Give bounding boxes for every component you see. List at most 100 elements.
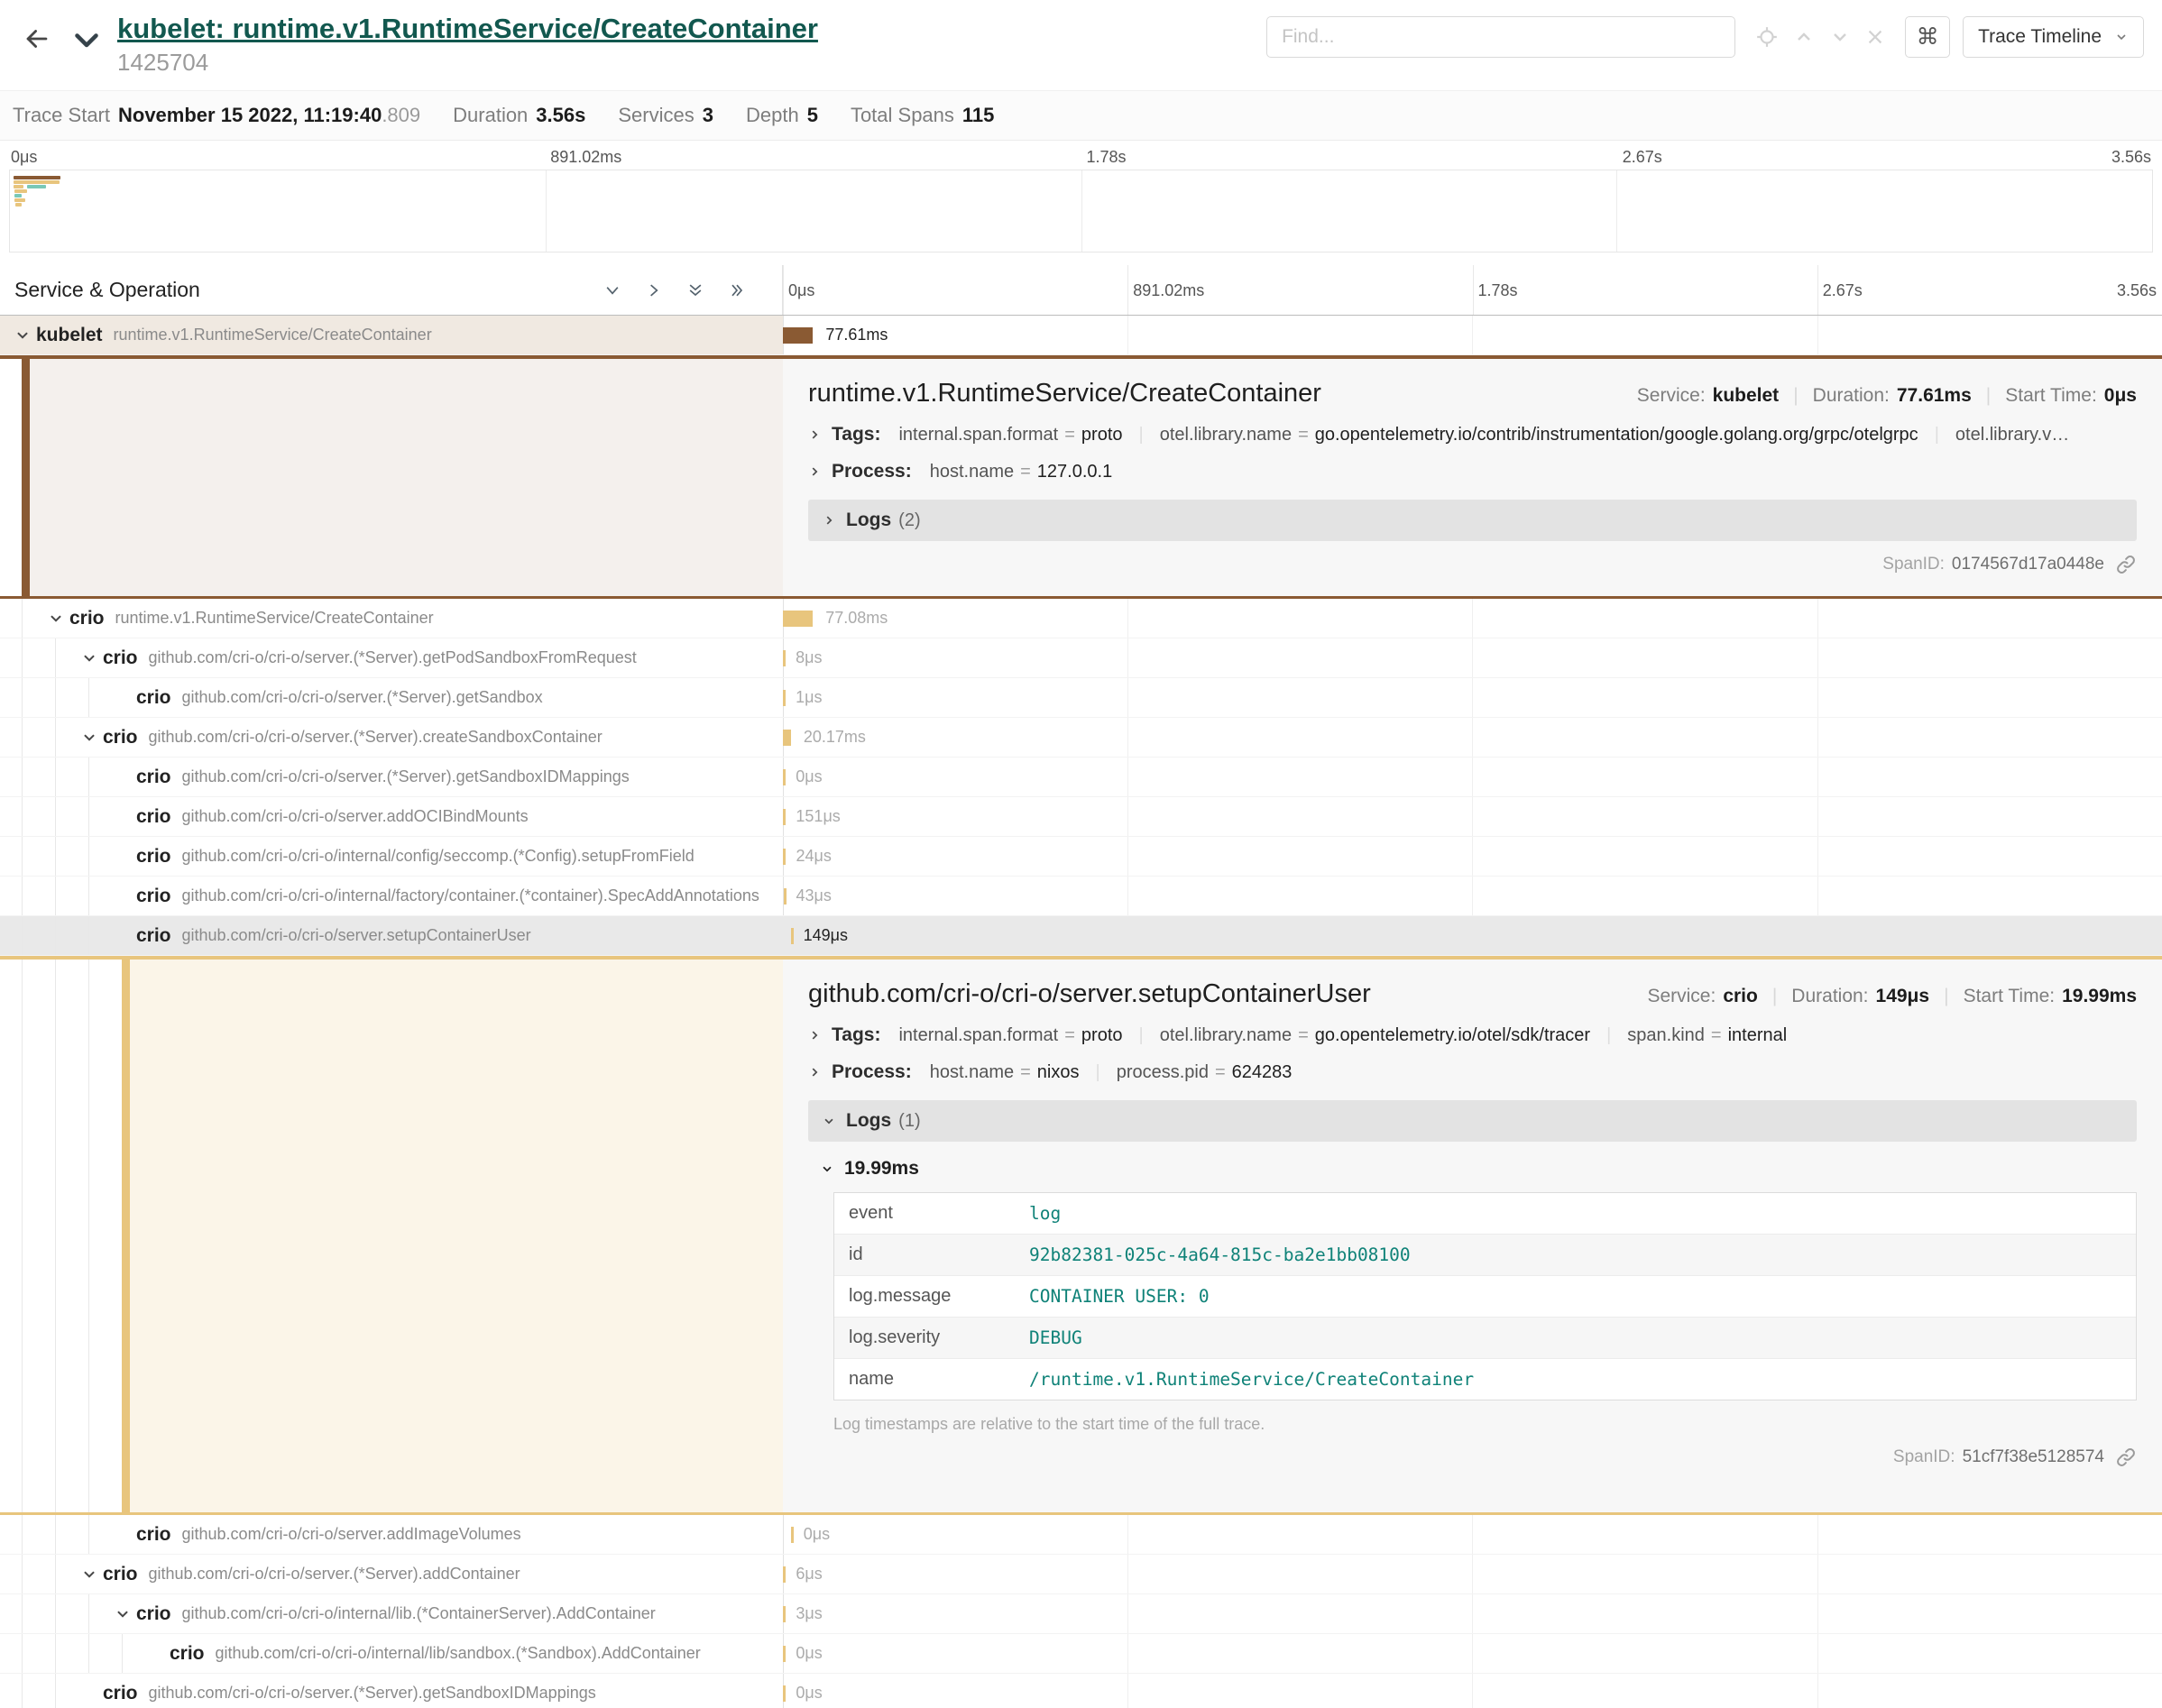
span-row[interactable]: criogithub.com/cri-o/cri-o/server.(*Serv… [0,638,2162,678]
span-name-cell[interactable]: criogithub.com/cri-o/cri-o/internal/fact… [0,877,783,915]
span-row[interactable]: criogithub.com/cri-o/cri-o/server.addIma… [0,1515,2162,1555]
span-bar[interactable] [783,650,786,666]
span-timeline-cell[interactable]: 3μs [783,1594,2162,1633]
trace-title-link[interactable]: kubelet: runtime.v1.RuntimeService/Creat… [117,13,818,45]
process-section[interactable]: Process: host.name=127.0.0.1 [808,461,2137,482]
locate-icon[interactable] [1755,25,1779,49]
clear-find-icon[interactable] [1865,27,1885,47]
span-name-cell[interactable]: criogithub.com/cri-o/cri-o/server.(*Serv… [0,758,783,796]
span-bar[interactable] [783,769,786,785]
find-next-icon[interactable] [1829,26,1851,48]
expand-one-icon[interactable] [645,281,663,299]
span-row[interactable]: criogithub.com/cri-o/cri-o/internal/lib.… [0,1594,2162,1634]
span-bar[interactable] [784,888,787,905]
span-row[interactable]: criogithub.com/cri-o/cri-o/server.setupC… [0,916,2162,956]
span-bar[interactable] [783,690,786,706]
span-bar[interactable] [783,327,813,344]
span-name-cell[interactable]: criogithub.com/cri-o/cri-o/server.(*Serv… [0,678,783,717]
span-name-cell[interactable]: criogithub.com/cri-o/cri-o/server.addIma… [0,1515,783,1554]
span-row[interactable]: criogithub.com/cri-o/cri-o/server.(*Serv… [0,758,2162,797]
span-timeline-cell[interactable]: 0μs [783,1674,2162,1708]
chevron-down-icon[interactable] [9,327,36,344]
span-timeline-cell[interactable]: 0μs [783,758,2162,796]
span-timeline-cell[interactable]: 8μs [783,638,2162,677]
trace-duration: Duration 3.56s [453,104,585,127]
span-timeline-cell[interactable]: 43μs [783,877,2162,915]
span-timeline-cell[interactable]: 1μs [783,678,2162,717]
span-row[interactable]: criogithub.com/cri-o/cri-o/internal/conf… [0,837,2162,877]
keyboard-shortcuts-button[interactable]: ⌘ [1905,16,1950,58]
span-row[interactable]: criogithub.com/cri-o/cri-o/server.(*Serv… [0,718,2162,758]
span-bar[interactable] [791,928,794,944]
find-prev-icon[interactable] [1793,26,1815,48]
span-name-cell[interactable]: criogithub.com/cri-o/cri-o/server.(*Serv… [0,718,783,757]
span-name-cell[interactable]: criogithub.com/cri-o/cri-o/internal/lib/… [0,1634,783,1673]
span-timeline-cell[interactable]: 149μs [783,916,2162,955]
kv-value: 624283 [1232,1062,1293,1082]
chevron-down-icon[interactable] [76,650,103,666]
span-bar[interactable] [783,809,786,825]
span-bar[interactable] [783,611,813,627]
span-name-cell[interactable]: criogithub.com/cri-o/cri-o/internal/conf… [0,837,783,876]
span-row[interactable]: crioruntime.v1.RuntimeService/CreateCont… [0,599,2162,638]
span-name-cell[interactable]: kubeletruntime.v1.RuntimeService/CreateC… [0,316,783,354]
find-input[interactable] [1266,16,1735,58]
span-timeline-cell[interactable]: 24μs [783,837,2162,876]
spanid-value: 51cf7f38e5128574 [1963,1447,2104,1467]
tags-section[interactable]: Tags: internal.span.format=proto|otel.li… [808,1024,2137,1046]
span-name-cell[interactable]: criogithub.com/cri-o/cri-o/server.addOCI… [0,797,783,836]
span-timeline-cell[interactable]: 151μs [783,797,2162,836]
collapse-all-icon[interactable] [686,281,704,299]
tags-section[interactable]: Tags: internal.span.format=proto|otel.li… [808,424,2137,445]
service-value: crio [1723,986,1758,1007]
link-icon[interactable] [2115,554,2137,575]
logs-count: (1) [898,1111,920,1132]
logs-section-header[interactable]: Logs (2) [808,500,2137,541]
trace-view-select[interactable]: Trace Timeline [1963,16,2144,58]
span-bar[interactable] [791,1527,794,1543]
span-row[interactable]: criogithub.com/cri-o/cri-o/server.addOCI… [0,797,2162,837]
collapse-one-icon[interactable] [603,281,621,299]
span-row[interactable]: criogithub.com/cri-o/cri-o/internal/lib/… [0,1634,2162,1674]
logs-section-header[interactable]: Logs (1) [808,1100,2137,1142]
span-bar[interactable] [783,1566,786,1583]
span-bar[interactable] [783,1685,786,1702]
chevron-down-icon[interactable] [109,1606,136,1622]
span-timeline-cell[interactable]: 0μs [783,1515,2162,1554]
span-timeline-cell[interactable]: 6μs [783,1555,2162,1593]
span-bar[interactable] [783,730,791,746]
span-name-cell[interactable]: crioruntime.v1.RuntimeService/CreateCont… [0,599,783,638]
ruler-tick [1127,265,1128,315]
span-name-cell[interactable]: criogithub.com/cri-o/cri-o/internal/lib.… [0,1594,783,1633]
span-timeline-cell[interactable]: 77.61ms [783,316,2162,354]
chevron-down-icon[interactable] [42,611,69,627]
expand-all-icon[interactable] [728,281,746,299]
span-timeline-cell[interactable]: 77.08ms [783,599,2162,638]
back-button[interactable] [22,23,52,54]
span-row[interactable]: criogithub.com/cri-o/cri-o/server.(*Serv… [0,678,2162,718]
spanid-label: SpanID: [1882,555,1945,574]
span-row[interactable]: criogithub.com/cri-o/cri-o/server.(*Serv… [0,1674,2162,1708]
detail-titlebar: runtime.v1.RuntimeService/CreateContaine… [808,379,2137,409]
span-name-cell[interactable]: criogithub.com/cri-o/cri-o/server.(*Serv… [0,638,783,677]
span-bar[interactable] [783,849,786,865]
span-name-cell[interactable]: criogithub.com/cri-o/cri-o/server.setupC… [0,916,783,955]
depth-label: Depth [746,104,799,127]
span-row[interactable]: kubeletruntime.v1.RuntimeService/CreateC… [0,316,2162,355]
span-row[interactable]: criogithub.com/cri-o/cri-o/server.(*Serv… [0,1555,2162,1594]
minimap-canvas[interactable] [9,170,2153,253]
span-name-cell[interactable]: criogithub.com/cri-o/cri-o/server.(*Serv… [0,1555,783,1593]
span-name-cell[interactable]: criogithub.com/cri-o/cri-o/server.(*Serv… [0,1674,783,1708]
log-field-value: 92b82381-025c-4a64-815c-ba2e1bb08100 [1015,1235,2136,1275]
span-bar[interactable] [783,1646,786,1662]
chevron-down-icon[interactable] [76,730,103,746]
span-row[interactable]: criogithub.com/cri-o/cri-o/internal/fact… [0,877,2162,916]
span-timeline-cell[interactable]: 20.17ms [783,718,2162,757]
log-entry-header[interactable]: 19.99ms [821,1158,2137,1180]
process-section[interactable]: Process: host.name=nixos|process.pid=624… [808,1061,2137,1083]
span-timeline-cell[interactable]: 0μs [783,1634,2162,1673]
collapse-header-chevron[interactable] [70,23,103,56]
link-icon[interactable] [2115,1446,2137,1468]
chevron-down-icon[interactable] [76,1566,103,1583]
span-bar[interactable] [783,1606,786,1622]
